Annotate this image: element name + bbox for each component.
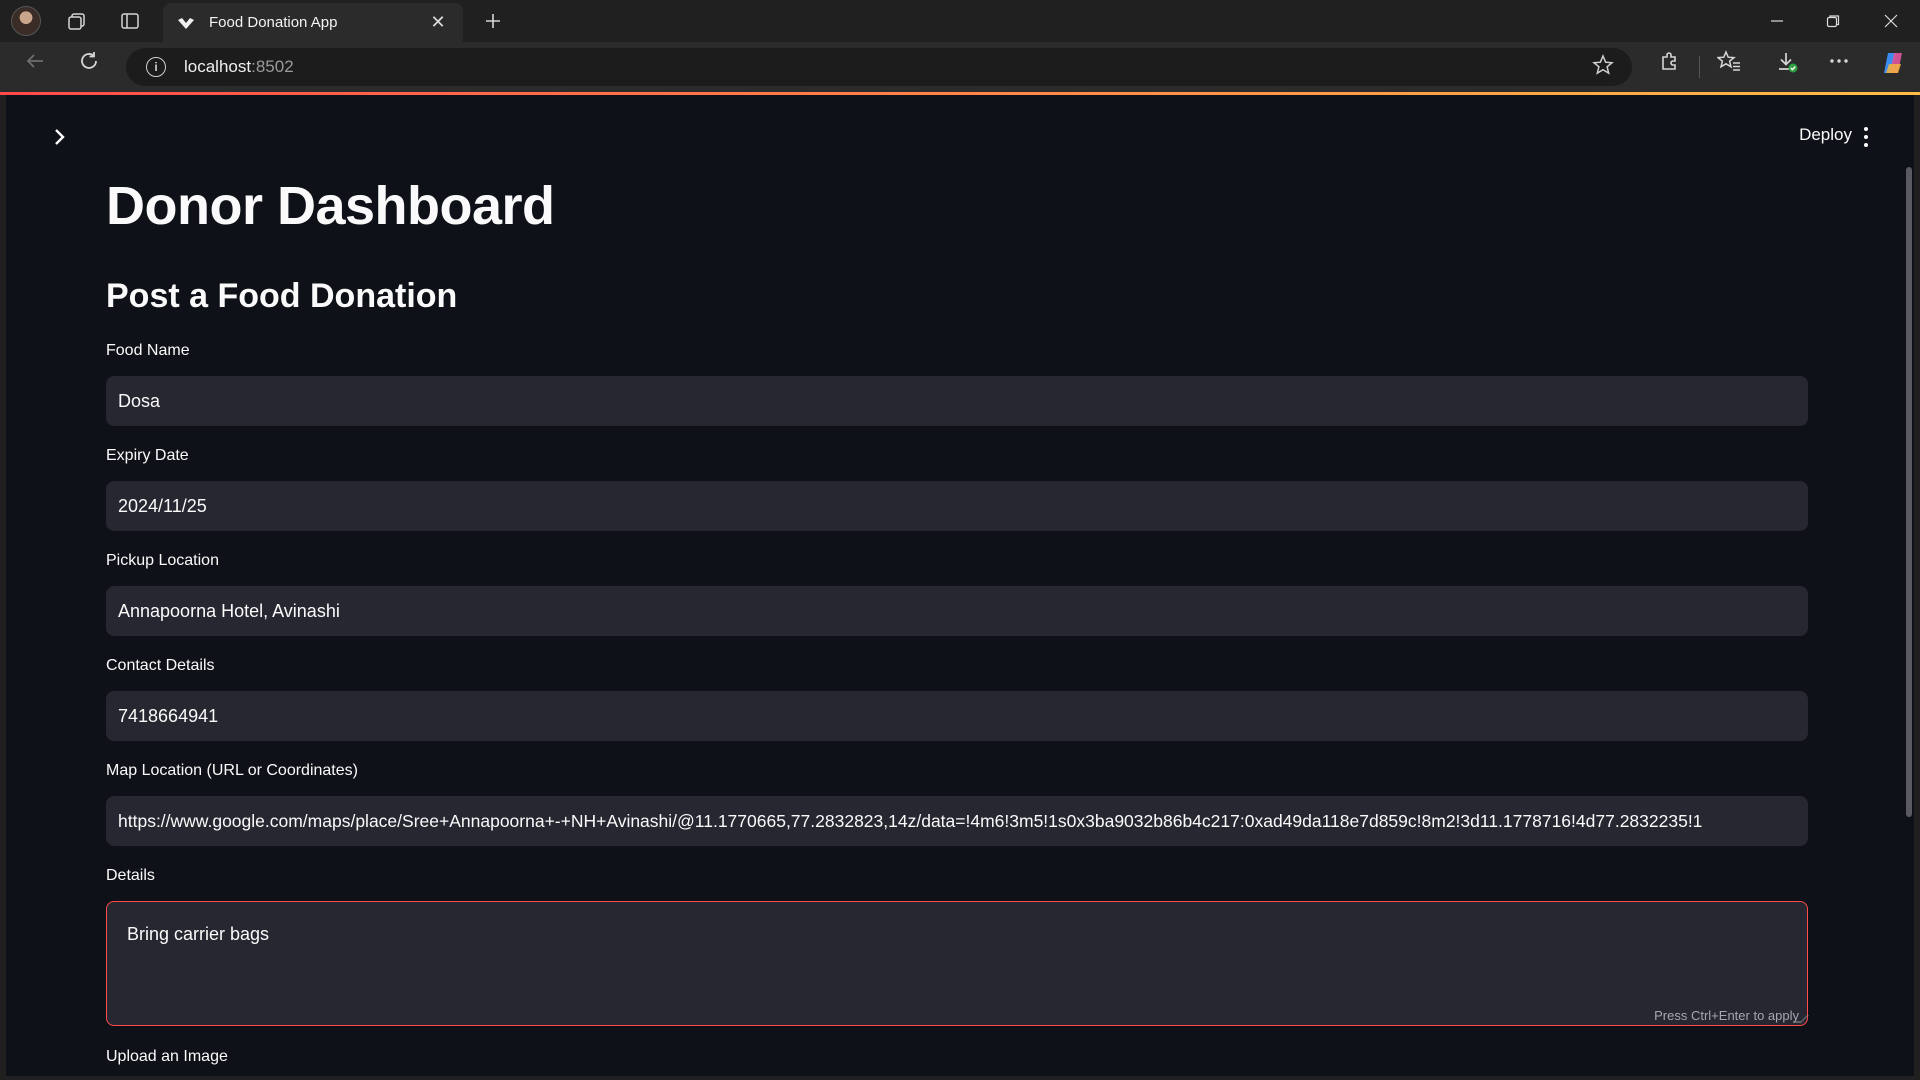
map-location-label: Map Location (URL or Coordinates) <box>106 762 358 779</box>
apply-hint: Press Ctrl+Enter to apply <box>1654 1008 1799 1023</box>
expiry-date-input[interactable]: 2024/11/25 <box>106 481 1808 531</box>
contact-details-label: Contact Details <box>106 657 215 674</box>
back-icon[interactable] <box>18 50 52 78</box>
pickup-location-label: Pickup Location <box>106 552 219 569</box>
tab-title: Food Donation App <box>209 14 338 31</box>
downloads-icon[interactable] <box>1770 50 1804 80</box>
food-name-input[interactable]: Dosa <box>106 376 1808 426</box>
section-heading: Post a Food Donation <box>106 277 458 315</box>
pickup-location-field: Pickup Location Annapoorna Hotel, Avinas… <box>106 552 1808 636</box>
contact-details-input[interactable]: 7418664941 <box>106 691 1808 741</box>
food-name-label: Food Name <box>106 342 190 359</box>
details-textarea[interactable]: Bring carrier bags Press Ctrl+Enter to a… <box>106 901 1809 1026</box>
upload-image-label: Upload an Image <box>106 1048 228 1065</box>
restore-icon[interactable] <box>1816 4 1850 38</box>
close-window-icon[interactable] <box>1874 4 1908 38</box>
upload-image-field: Upload an Image <box>106 1048 1808 1068</box>
expiry-date-label: Expiry Date <box>106 447 189 464</box>
details-text: Bring carrier bags <box>127 924 270 944</box>
reload-icon[interactable] <box>72 50 106 78</box>
main-menu-kebab-icon[interactable] <box>1860 123 1872 151</box>
vertical-tabs-icon[interactable] <box>113 4 147 38</box>
profile-avatar[interactable] <box>11 6 41 36</box>
more-menu-icon[interactable] <box>1822 50 1856 78</box>
food-name-field: Food Name Dosa <box>106 342 1808 426</box>
favorite-star-icon[interactable] <box>1592 54 1614 82</box>
tab-food-donation-app[interactable]: Food Donation App ✕ <box>163 3 463 42</box>
page-scrollbar[interactable] <box>1906 167 1912 817</box>
deploy-button[interactable]: Deploy <box>1799 125 1852 145</box>
map-location-input[interactable]: https://www.google.com/maps/place/Sree+A… <box>106 796 1808 846</box>
address-host: localhost <box>184 57 252 76</box>
details-field: Details Bring carrier bags Press Ctrl+En… <box>106 867 1809 1026</box>
browser-toolbar: i localhost:8502 <box>0 42 1920 92</box>
app-main: Deploy Donor Dashboard Post a Food Donat… <box>6 95 1914 1076</box>
address-port: :8502 <box>251 57 294 76</box>
toolbar-divider <box>1699 56 1700 78</box>
details-label: Details <box>106 867 155 884</box>
extensions-icon[interactable] <box>1652 50 1686 78</box>
copilot-icon[interactable] <box>1876 50 1910 82</box>
expand-sidebar-chevron-icon[interactable] <box>46 123 74 151</box>
expiry-date-field: Expiry Date 2024/11/25 <box>106 447 1808 531</box>
new-tab-icon[interactable] <box>476 4 510 38</box>
workspaces-icon[interactable] <box>60 4 94 38</box>
site-info-icon[interactable]: i <box>146 57 166 77</box>
streamlit-favicon-icon <box>177 14 195 32</box>
favorites-icon[interactable] <box>1712 50 1746 78</box>
pickup-location-input[interactable]: Annapoorna Hotel, Avinashi <box>106 586 1808 636</box>
close-tab-icon[interactable]: ✕ <box>427 12 449 33</box>
minimize-icon[interactable] <box>1760 4 1794 38</box>
page-title: Donor Dashboard <box>106 176 555 236</box>
contact-details-field: Contact Details 7418664941 <box>106 657 1808 741</box>
map-location-field: Map Location (URL or Coordinates) https:… <box>106 762 1808 846</box>
browser-tab-bar: Food Donation App ✕ <box>0 0 1920 42</box>
address-bar[interactable]: i localhost:8502 <box>126 48 1632 86</box>
